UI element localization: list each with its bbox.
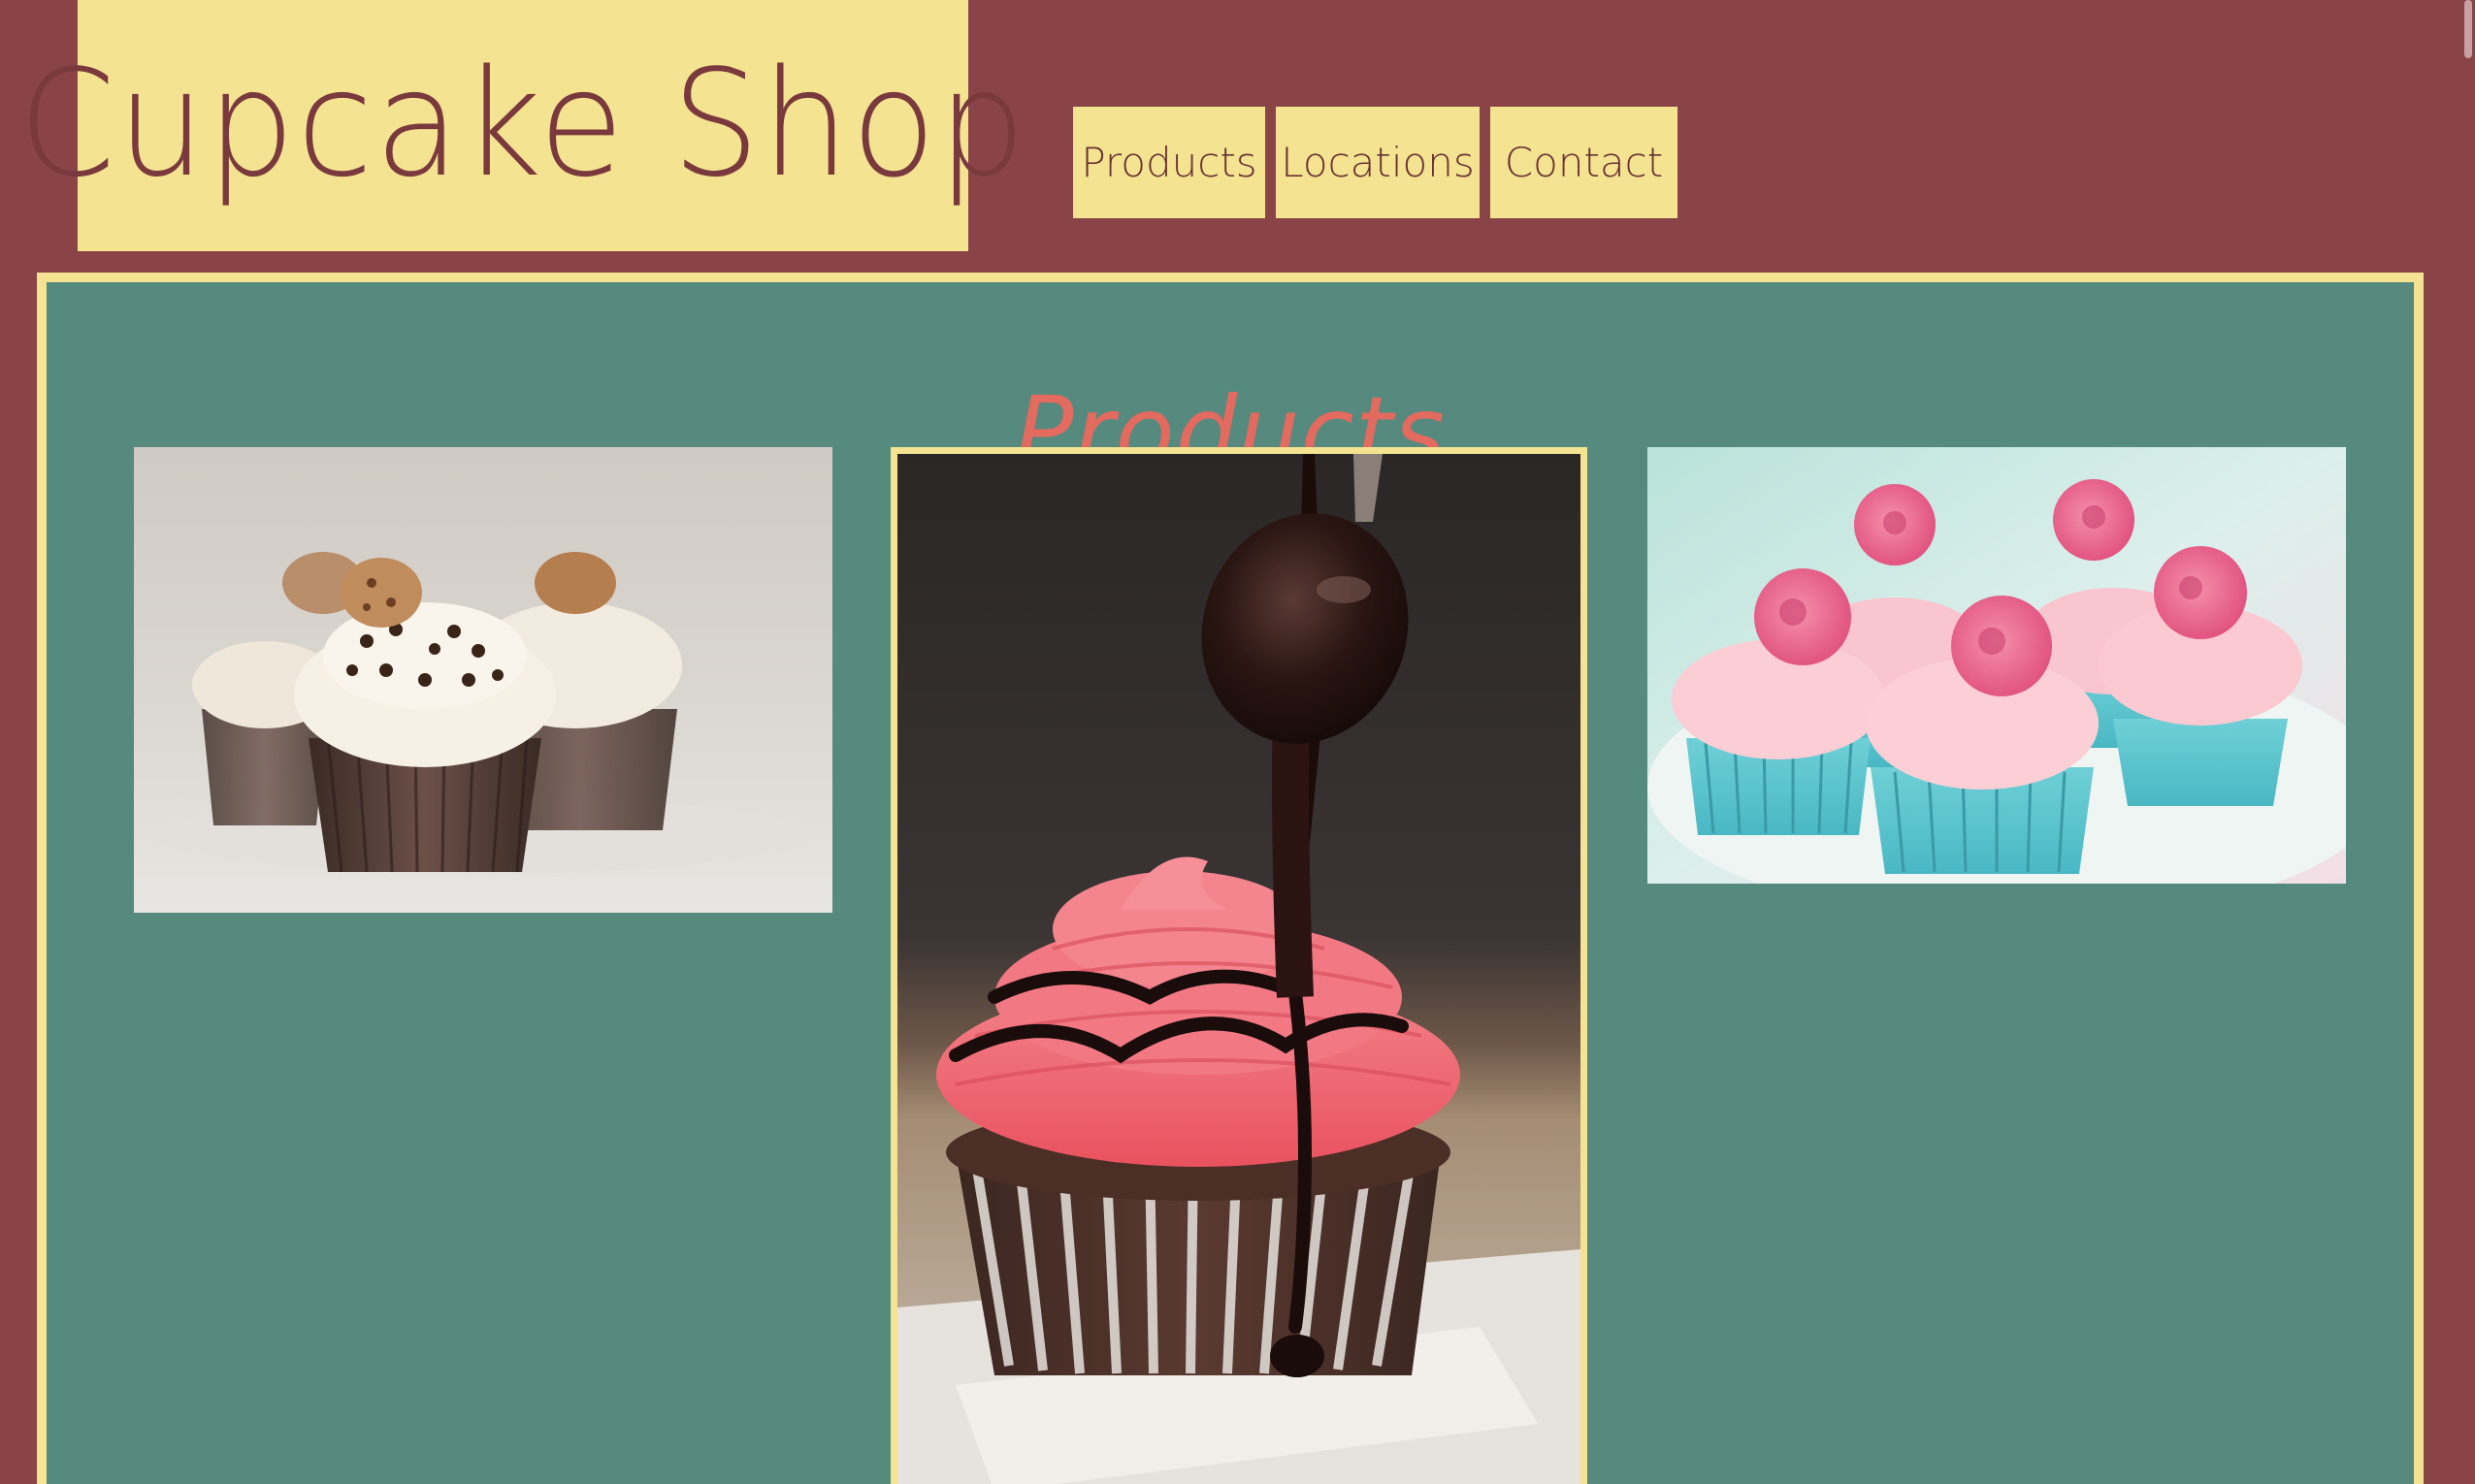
site-logo[interactable]: Cupcake Shop: [18, 0, 1026, 251]
nav-contact-button[interactable]: Contact: [1490, 107, 1677, 218]
nav-products-button[interactable]: Products: [1073, 107, 1265, 218]
page: Cupcake Shop Products Locations Contact …: [0, 0, 2475, 1484]
scrollbar-thumb[interactable]: [2464, 0, 2472, 58]
product-image-rose-cupcakes[interactable]: [1647, 447, 2346, 884]
product-image-featured-cupcake[interactable]: [891, 447, 1587, 1484]
cupcake-photo-1: [134, 447, 832, 913]
cupcake-photo-3: [1647, 447, 2346, 884]
products-panel: Products: [37, 273, 2424, 1484]
cupcake-photo-2: [897, 454, 1580, 1484]
logo-text: Cupcake Shop: [17, 37, 1028, 210]
scrollbar[interactable]: [2461, 0, 2475, 1484]
nav-locations-button[interactable]: Locations: [1276, 107, 1480, 218]
main-nav: Products Locations Contact: [1073, 107, 1677, 218]
product-image-chocolate-chip-cupcakes[interactable]: [134, 447, 832, 913]
